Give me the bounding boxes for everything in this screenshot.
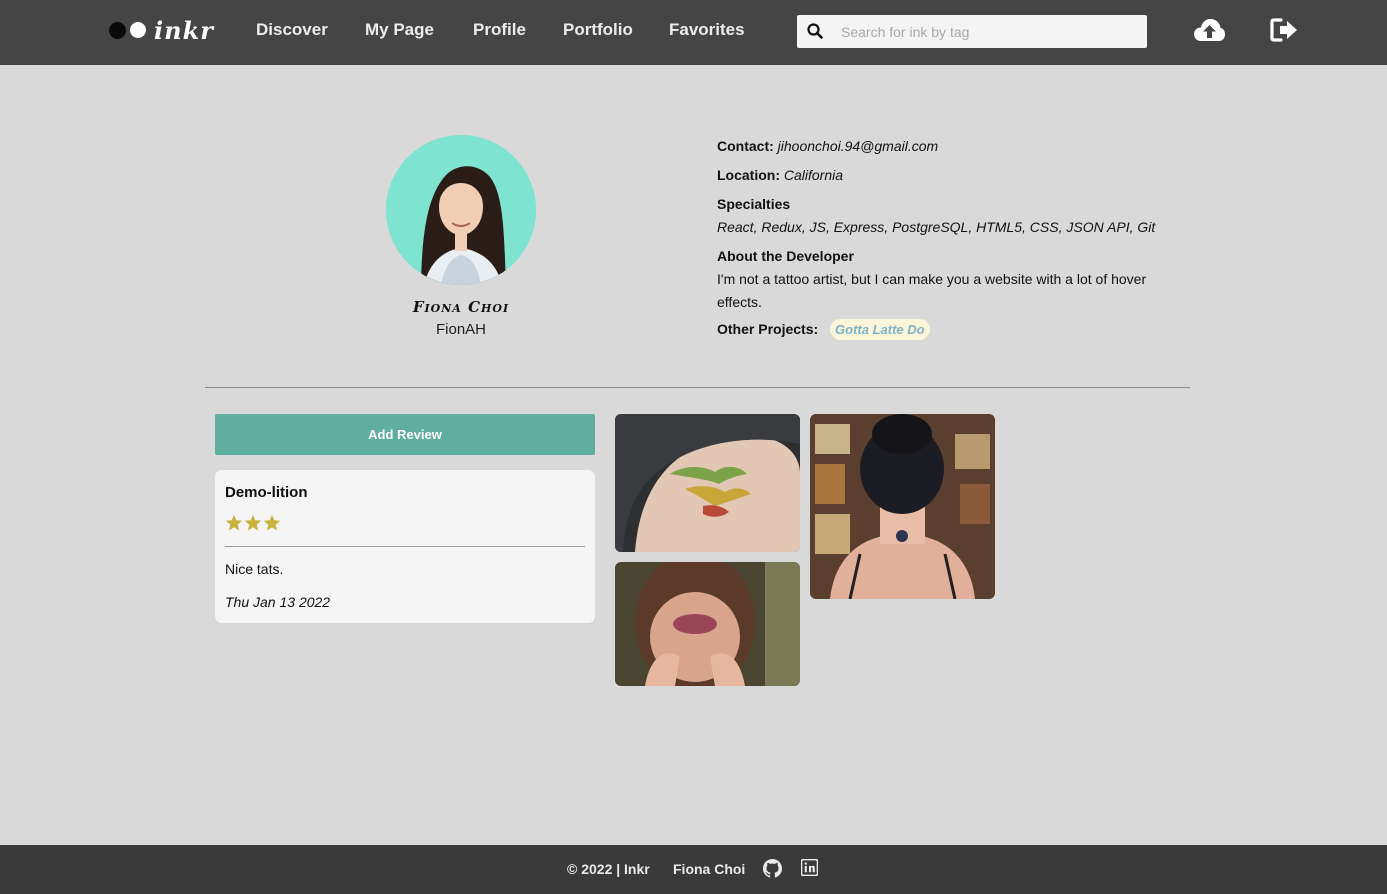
section-divider: [205, 387, 1190, 388]
review-divider: [225, 546, 585, 547]
logo-white-dot: [130, 22, 146, 38]
star-icon: [244, 514, 262, 531]
search-bar: [797, 15, 1147, 48]
location-row: Location: California: [717, 167, 843, 183]
search-icon[interactable]: [807, 23, 823, 39]
portfolio-photo-lip-tattoo[interactable]: [615, 562, 800, 686]
other-projects-label: Other Projects:: [717, 321, 819, 337]
contact-row: Contact: jihoonchoi.94@gmail.com: [717, 138, 938, 154]
upload-cloud-icon[interactable]: [1193, 16, 1226, 46]
profile-avatar: [386, 135, 536, 285]
location-label: Location:: [717, 167, 780, 183]
footer: © 2022 | Inkr Fiona Choi: [0, 845, 1387, 894]
nav-link-profile[interactable]: Profile: [473, 20, 526, 40]
project-chip-gotta-latte-do[interactable]: Gotta Latte Do: [830, 319, 930, 340]
top-nav: inkr Discover My Page Profile Portfolio …: [0, 0, 1387, 65]
profile-name: Fiona Choi: [412, 298, 510, 316]
footer-copyright: © 2022 | Inkr: [567, 861, 650, 877]
location-value: California: [783, 167, 844, 183]
nav-link-portfolio[interactable]: Portfolio: [563, 20, 633, 40]
specialties-label: Specialties: [717, 196, 791, 212]
linkedin-icon[interactable]: [801, 859, 818, 876]
nav-link-discover[interactable]: Discover: [256, 20, 328, 40]
review-rating: [225, 514, 281, 531]
avatar-portrait: [386, 135, 536, 285]
review-card: Demo-lition Nice tats. Thu Jan 13 2022: [215, 470, 595, 623]
profile-handle: FionAH: [435, 321, 487, 338]
other-projects-row: Other Projects: Gotta Latte Do: [717, 319, 930, 340]
logo-black-dot: [109, 21, 126, 39]
about-text-line-2: effects.: [717, 294, 762, 310]
about-text-line-1: I'm not a tattoo artist, but I can make …: [717, 271, 1147, 287]
footer-author: Fiona Choi: [673, 861, 746, 877]
nav-link-my-page[interactable]: My Page: [365, 20, 434, 40]
portfolio-photo-bird-tattoo[interactable]: [615, 414, 800, 552]
review-title: Demo-lition: [225, 484, 308, 501]
star-icon: [263, 514, 281, 531]
logo-text: inkr: [154, 15, 214, 45]
portfolio-photo-neck-tattoo[interactable]: [810, 414, 995, 599]
inkr-logo[interactable]: inkr: [109, 14, 214, 46]
search-input[interactable]: [841, 15, 1141, 48]
specialties-value: React, Redux, JS, Express, PostgreSQL, H…: [717, 219, 1156, 235]
contact-label: Contact:: [717, 138, 774, 154]
review-body: Nice tats.: [225, 561, 284, 577]
nav-link-favorites[interactable]: Favorites: [669, 20, 745, 40]
github-icon[interactable]: [763, 859, 782, 878]
add-review-button[interactable]: Add Review: [215, 414, 595, 455]
review-date: Thu Jan 13 2022: [225, 594, 331, 610]
contact-email[interactable]: jihoonchoi.94@gmail.com: [778, 138, 939, 154]
logout-icon[interactable]: [1270, 16, 1299, 44]
star-icon: [225, 514, 243, 531]
about-label: About the Developer: [717, 248, 854, 264]
